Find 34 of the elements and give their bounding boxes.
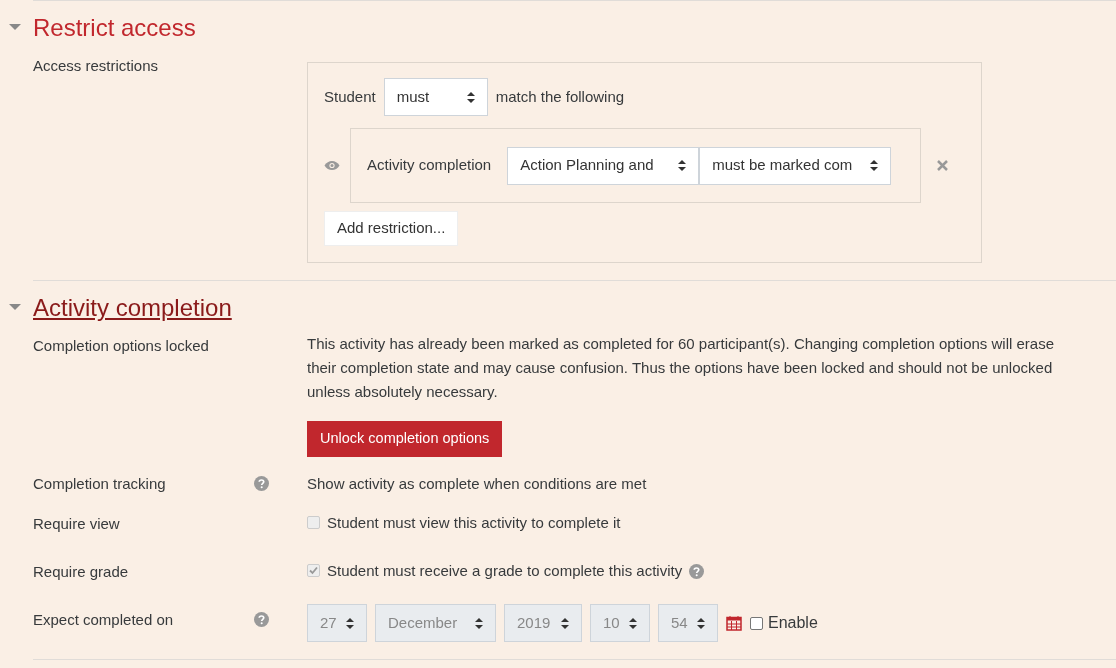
eye-icon[interactable] bbox=[324, 160, 340, 171]
match-prefix: Student bbox=[324, 86, 376, 107]
dropdown-select[interactable]: must bbox=[383, 78, 488, 116]
field-label: Require grade bbox=[33, 562, 129, 582]
updown-arrows-icon bbox=[346, 617, 354, 629]
updown-arrows-icon bbox=[870, 160, 879, 171]
updown-arrows-icon bbox=[561, 617, 569, 629]
section-heading-link[interactable]: Restrict access bbox=[33, 10, 196, 46]
condition-type: Activity completion bbox=[367, 155, 492, 176]
section-heading-link[interactable]: Activity completion bbox=[33, 290, 232, 326]
match-suffix: match the following bbox=[495, 86, 625, 107]
unlock-button[interactable]: Unlock completion options bbox=[307, 421, 503, 457]
field-label: Access restrictions bbox=[33, 57, 159, 74]
add-restriction-button[interactable]: Add restriction... bbox=[324, 211, 459, 246]
help-icon[interactable] bbox=[254, 476, 269, 491]
collapse-caret-icon[interactable] bbox=[8, 24, 21, 32]
updown-arrows-icon bbox=[678, 160, 687, 171]
enable-label: Enable bbox=[768, 613, 818, 633]
updown-arrows-icon bbox=[475, 617, 483, 629]
field-label: Completion tracking bbox=[33, 474, 166, 494]
collapse-caret-icon[interactable] bbox=[8, 304, 21, 312]
updown-arrows-icon bbox=[629, 617, 637, 629]
checkbox-label: Student must receive a grade to complete this activity bbox=[327, 561, 683, 581]
field-label: Completion options locked bbox=[33, 336, 209, 356]
field-label: Require view bbox=[33, 514, 120, 534]
tracking-value: Show activity as complete when conditions are met bbox=[307, 474, 647, 494]
field-label: Expect completed on bbox=[33, 610, 174, 630]
dropdown-select[interactable]: must be marked com bbox=[699, 146, 892, 185]
checkbox-label: Student must view this activity to complete it bbox=[327, 513, 621, 533]
updown-arrows-icon bbox=[466, 91, 475, 103]
updown-arrows-icon bbox=[697, 617, 705, 629]
locked-notice: This activity has already been marked as completed for 60 participant(s). Changing completion options will erase their completion state and may cause confusion. Thus the options have been locked and should not be unlocked unless absolutely necessary. bbox=[307, 334, 1056, 402]
close-icon[interactable] bbox=[937, 160, 948, 171]
dropdown-select[interactable]: Action Planning and bbox=[507, 146, 700, 185]
